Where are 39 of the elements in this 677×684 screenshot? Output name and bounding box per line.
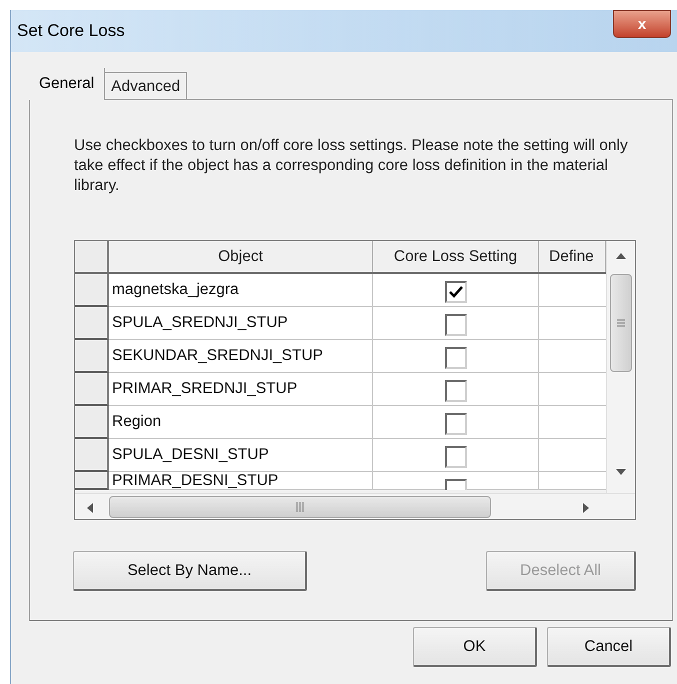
- vertical-scrollbar[interactable]: [606, 241, 635, 493]
- scroll-up-icon[interactable]: [616, 253, 626, 259]
- checkbox[interactable]: [444, 314, 466, 336]
- select-by-name-button[interactable]: Select By Name...: [73, 551, 307, 591]
- row-header[interactable]: [75, 307, 109, 340]
- table-cell: SPULA_SREDNJI_STUP: [109, 307, 373, 340]
- description-text: Use checkboxes to turn on/off core loss settings. Please note the setting will only take effect if the object has a corresponding core loss definition in the material library.: [74, 136, 629, 196]
- grip-icon: [616, 319, 626, 327]
- checkbox[interactable]: [444, 446, 466, 468]
- scroll-thumb[interactable]: [610, 274, 632, 372]
- row-header[interactable]: [75, 439, 109, 472]
- window-title: Set Core Loss: [17, 20, 125, 42]
- row-header[interactable]: [75, 472, 109, 490]
- header-corner[interactable]: [75, 241, 109, 272]
- checkbox[interactable]: [444, 347, 466, 369]
- tab[interactable]: General: [29, 68, 106, 100]
- tab[interactable]: Advanced: [105, 72, 188, 100]
- table-cell: magnetska_jezgra: [109, 274, 373, 307]
- table-cell: SEKUNDAR_SREDNJI_STUP: [109, 340, 373, 373]
- row-header[interactable]: [75, 274, 109, 307]
- checkbox[interactable]: [444, 281, 466, 303]
- ok-button[interactable]: OK: [413, 627, 537, 667]
- table-cell: PRIMAR_DESNI_STUP: [109, 472, 373, 490]
- checkbox[interactable]: [444, 380, 466, 402]
- horizontal-scrollbar[interactable]: [75, 493, 635, 519]
- scroll-down-icon[interactable]: [616, 469, 626, 475]
- table-cell: SPULA_DESNI_STUP: [109, 439, 373, 472]
- grip-icon: [296, 502, 304, 512]
- table-cell: Region: [109, 406, 373, 439]
- cancel-button[interactable]: Cancel: [547, 627, 671, 667]
- scroll-right-icon[interactable]: [583, 503, 589, 513]
- checkbox[interactable]: [444, 413, 466, 435]
- scroll-thumb[interactable]: [109, 496, 491, 518]
- row-header[interactable]: [75, 373, 109, 406]
- row-header[interactable]: [75, 340, 109, 373]
- row-header[interactable]: [75, 406, 109, 439]
- checkmark-icon: [448, 286, 462, 298]
- table-cell: PRIMAR_SREDNJI_STUP: [109, 373, 373, 406]
- scroll-left-icon[interactable]: [87, 503, 93, 513]
